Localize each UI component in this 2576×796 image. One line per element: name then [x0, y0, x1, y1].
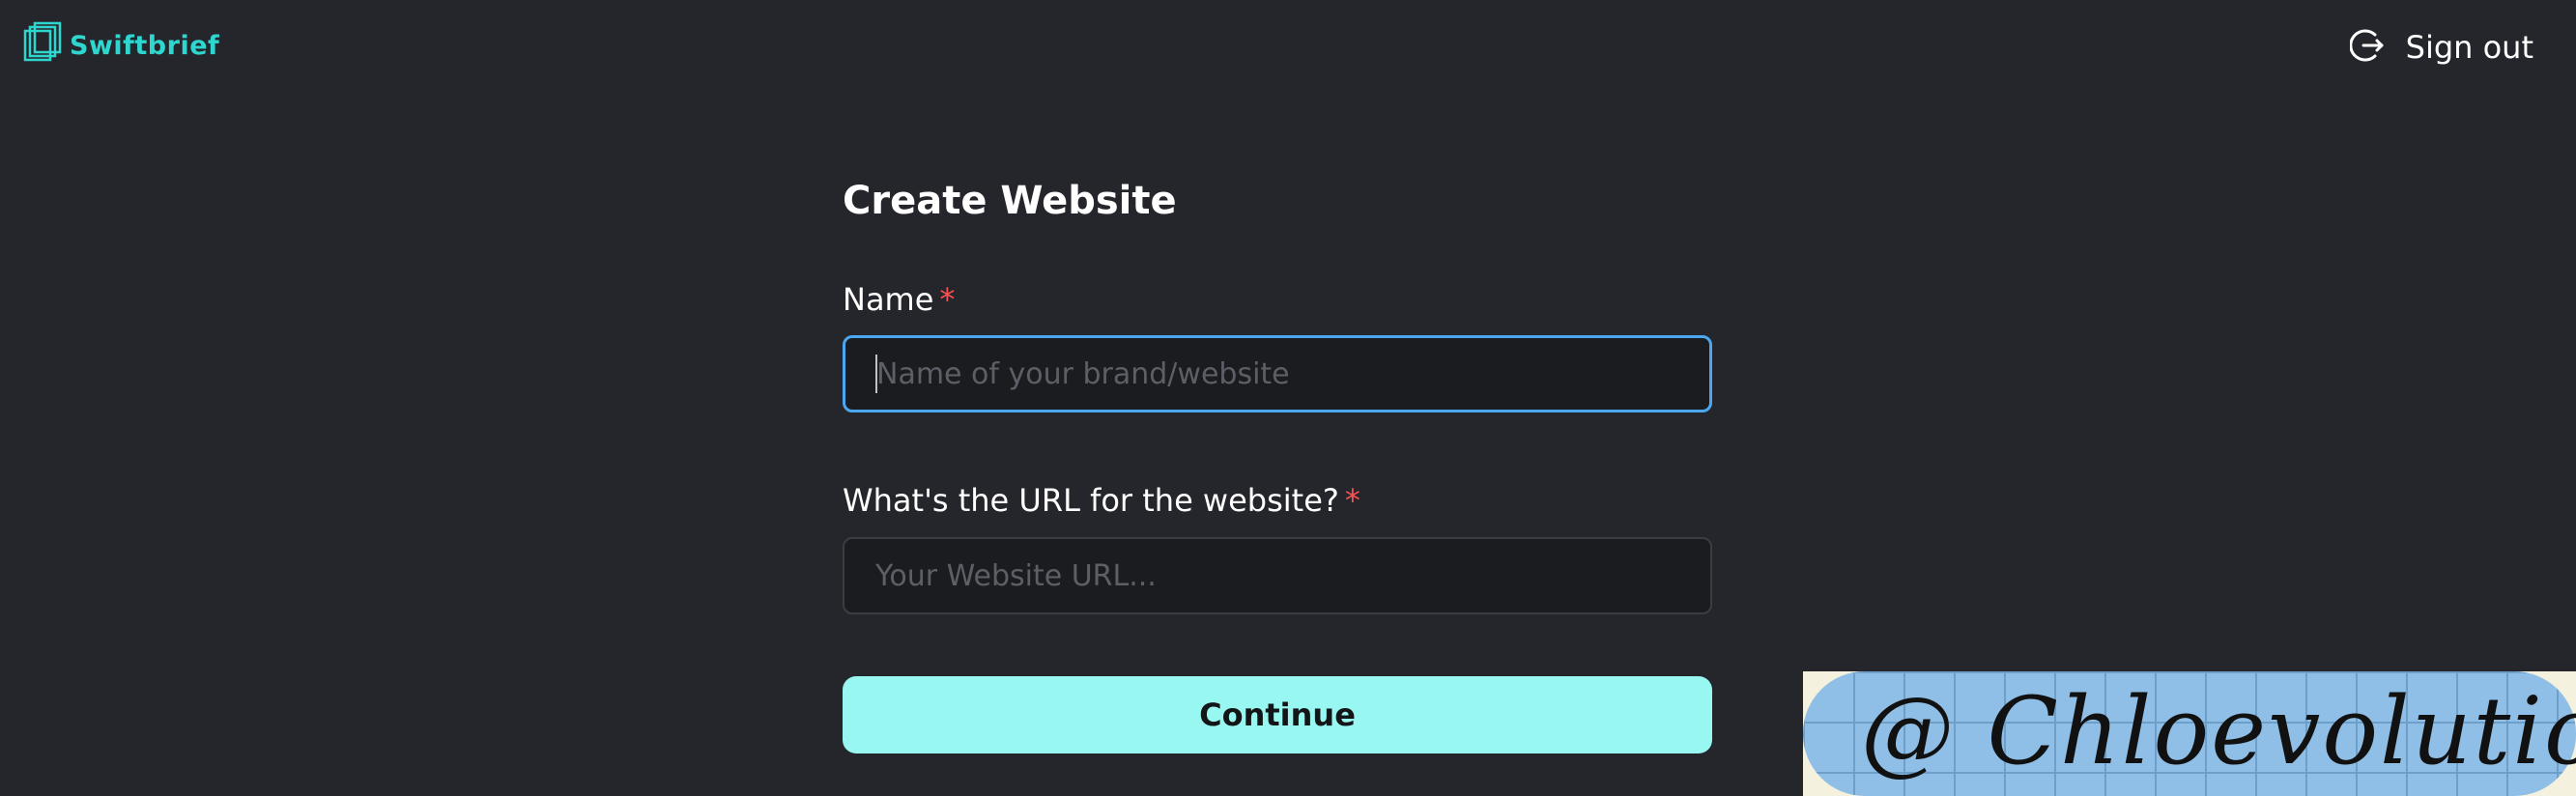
required-asterisk: *: [939, 281, 956, 318]
top-bar: Swiftbrief Sign out: [0, 0, 2576, 97]
watermark-text: @ Chloevolution: [1861, 677, 2576, 785]
page-title: Create Website: [843, 179, 1177, 223]
text-caret: [875, 355, 877, 393]
name-label-text: Name: [843, 281, 934, 318]
url-label-text: What's the URL for the website?: [843, 482, 1339, 519]
create-website-form: Create Website Name* What's the URL for …: [843, 174, 1712, 753]
name-field-label: Name *: [843, 280, 955, 319]
app-logo[interactable]: Swiftbrief: [23, 21, 219, 70]
logout-icon: [2348, 27, 2387, 68]
required-asterisk: *: [1344, 482, 1360, 519]
sign-out-label: Sign out: [2405, 29, 2533, 66]
continue-button[interactable]: Continue: [843, 676, 1712, 753]
url-field-label: What's the URL for the website? *: [843, 481, 1360, 520]
sign-out-button[interactable]: Sign out: [2348, 27, 2533, 68]
logo-text: Swiftbrief: [70, 30, 220, 61]
website-url-input[interactable]: [843, 537, 1712, 614]
watermark: @ Chloevolution: [1803, 671, 2576, 796]
layered-squares-logo-icon: [23, 21, 62, 70]
name-input[interactable]: [843, 335, 1712, 412]
